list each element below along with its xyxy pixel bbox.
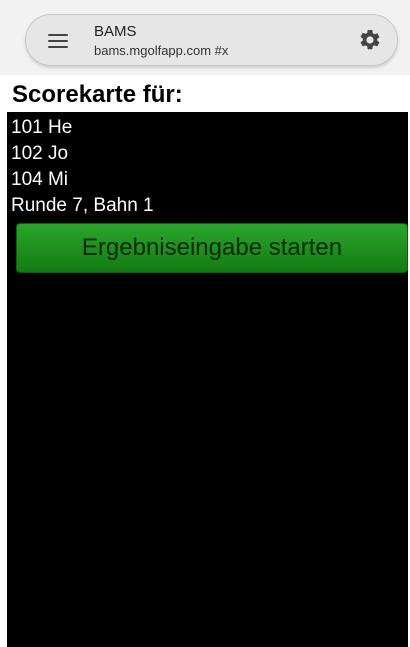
address-bar[interactable]: BAMS bams.mgolfapp.com #x <box>25 14 398 66</box>
app-screen: BAMS bams.mgolfapp.com #x Scorekarte für… <box>0 0 410 647</box>
browser-page-title: BAMS <box>94 23 137 40</box>
player-101: 101 He <box>11 117 73 138</box>
round-info: Runde 7, Bahn 1 <box>11 195 154 216</box>
gear-icon[interactable] <box>358 28 382 52</box>
page-title: Scorekarte für: <box>12 81 183 108</box>
player-102: 102 Jo <box>11 143 69 164</box>
player-104: 104 Mi <box>11 169 69 190</box>
start-score-entry-button[interactable]: Ergebniseingabe starten <box>16 223 408 273</box>
browser-url[interactable]: bams.mgolfapp.com #x <box>94 43 228 59</box>
scorecard-panel: 101 He 102 Jo 104 Mi Runde 7, Bahn 1 Erg… <box>7 112 408 647</box>
hamburger-icon[interactable] <box>48 31 68 49</box>
browser-toolbar: BAMS bams.mgolfapp.com #x <box>0 0 410 75</box>
